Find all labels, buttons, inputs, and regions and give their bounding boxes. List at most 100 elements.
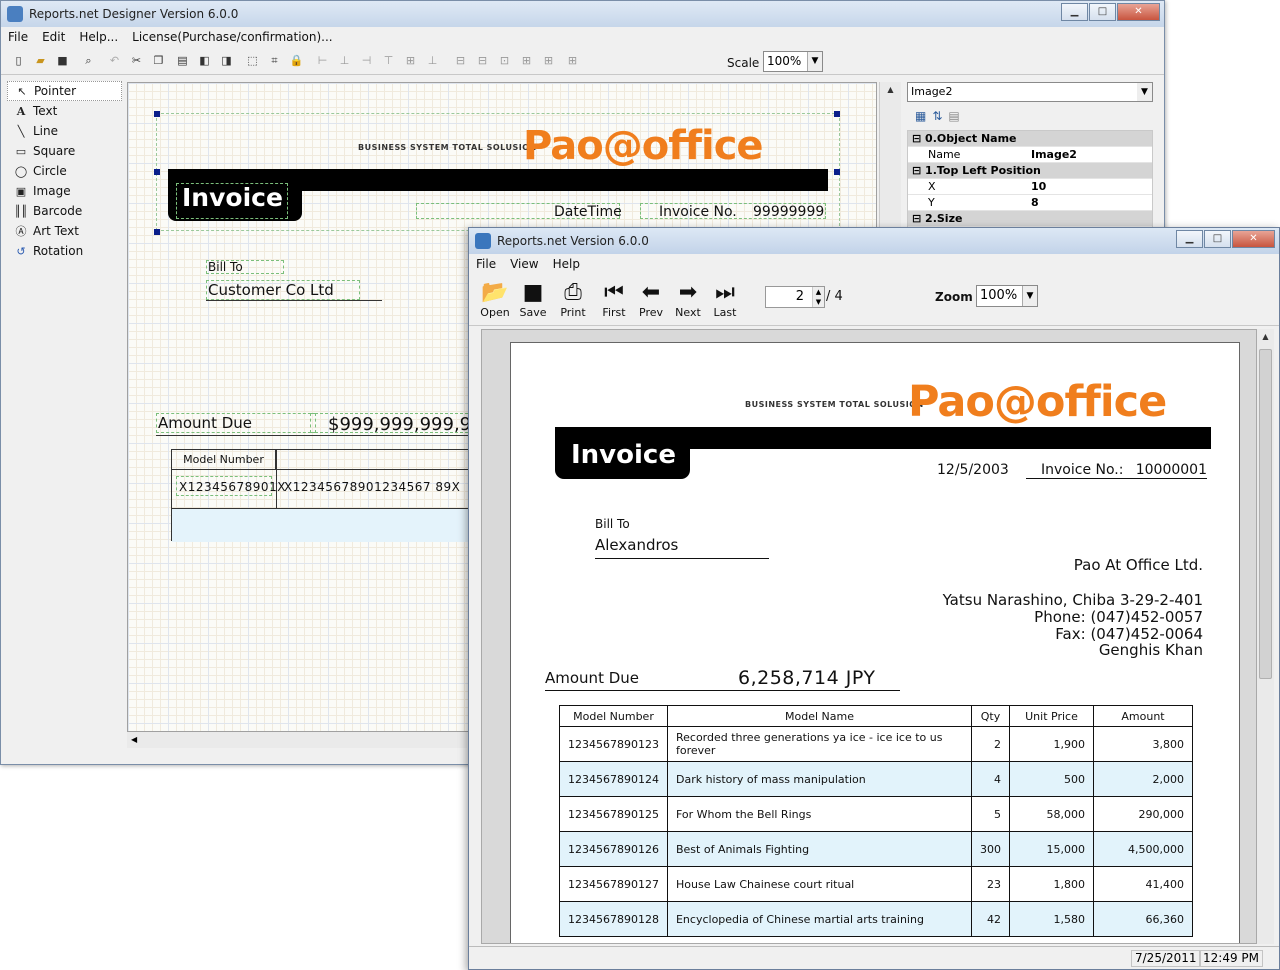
tool-art-text[interactable]: Ⓐ Art Text [7, 221, 122, 241]
menu-view[interactable]: View [503, 257, 545, 271]
amount-due-label[interactable]: Amount Due [158, 414, 252, 432]
minimize-button[interactable]: ▁ [1176, 230, 1203, 248]
v-spacing-icon[interactable]: ⊞ [541, 53, 556, 68]
tool-text[interactable]: A Text [7, 101, 122, 121]
page-number-input[interactable]: 2 ▲ ▼ [765, 286, 825, 308]
bring-front-icon[interactable]: ◧ [197, 53, 212, 68]
paste-icon[interactable]: ▤ [175, 53, 190, 68]
tool-pointer[interactable]: ↖ Pointer [7, 81, 122, 101]
same-width-icon[interactable]: ⊟ [453, 53, 468, 68]
designer-titlebar[interactable]: Reports.net Designer Version 6.0.0 ▁ □ ✕ [1, 1, 1164, 27]
tool-image[interactable]: ▣ Image [7, 181, 122, 201]
tool-barcode[interactable]: ║║ Barcode [7, 201, 122, 221]
chevron-down-icon[interactable]: ▼ [807, 52, 822, 71]
amount-due-value[interactable]: $999,999,999,99 [328, 414, 483, 435]
align-left-icon[interactable]: ⊢ [315, 53, 330, 68]
resize-handle[interactable] [834, 169, 840, 175]
scale-select[interactable]: 100% ▼ [763, 51, 823, 72]
open-button[interactable]: 📂 Open [477, 280, 513, 324]
property-value[interactable]: 8 [1028, 195, 1152, 210]
same-size-icon[interactable]: ⊡ [497, 53, 512, 68]
tool-circle[interactable]: ◯ Circle [7, 161, 122, 181]
fit-icon[interactable]: ⌗ [267, 53, 282, 68]
cut-icon[interactable]: ✂ [129, 53, 144, 68]
property-value[interactable]: Image2 [1028, 147, 1152, 162]
align-right-icon[interactable]: ⊣ [359, 53, 374, 68]
save-icon[interactable]: ■ [55, 53, 70, 68]
resize-handle[interactable] [834, 111, 840, 117]
table-cell[interactable]: X12345678901234567 89X [284, 480, 460, 494]
invoice-no-value[interactable]: 99999999 [753, 204, 824, 220]
close-button[interactable]: ✕ [1117, 3, 1160, 21]
invoice-title-frame[interactable] [176, 183, 288, 219]
align-top-icon[interactable]: ⊤ [381, 53, 396, 68]
property-row[interactable]: X 10 [908, 179, 1152, 195]
object-select[interactable]: Image2 ▼ [907, 82, 1153, 102]
tool-line[interactable]: ╲ Line [7, 121, 122, 141]
send-back-icon[interactable]: ◨ [219, 53, 234, 68]
printer-icon: ⎙ [564, 280, 582, 305]
maximize-button[interactable]: □ [1204, 230, 1231, 248]
viewer-titlebar[interactable]: Reports.net Version 6.0.0 ▁ □ ✕ [469, 228, 1279, 254]
resize-handle[interactable] [154, 229, 160, 235]
h-spacing-icon[interactable]: ⊞ [519, 53, 534, 68]
prev-page-button[interactable]: ⬅ Prev [633, 280, 669, 324]
first-page-button[interactable]: ⏮ First [596, 280, 632, 324]
menu-file[interactable]: File [469, 257, 503, 271]
last-page-button[interactable]: ⏭ Last [707, 280, 743, 324]
select-all-icon[interactable]: ⬚ [245, 53, 260, 68]
canvas-horizontal-scrollbar[interactable]: ◀ [127, 732, 467, 748]
undo-icon[interactable]: ↶ [107, 53, 122, 68]
chevron-down-icon[interactable]: ▼ [1137, 83, 1152, 101]
align-middle-icon[interactable]: ⊞ [403, 53, 418, 68]
property-category[interactable]: ⊟ 2.Size [908, 211, 1152, 227]
menu-license[interactable]: License(Purchase/confirmation)... [125, 30, 339, 44]
property-row[interactable]: Y8 [908, 195, 1152, 211]
property-category[interactable]: ⊟ 0.Object Name [908, 131, 1152, 147]
property-row[interactable]: Name Image2 [908, 147, 1152, 163]
property-pages-icon[interactable]: ▤ [948, 109, 959, 123]
tool-square[interactable]: ▭ Square [7, 141, 122, 161]
save-button[interactable]: ■ Save [515, 280, 551, 324]
invoice-no-label[interactable]: Invoice No. [659, 204, 737, 220]
minimize-button[interactable]: ▁ [1061, 3, 1088, 21]
menu-help[interactable]: Help... [72, 30, 125, 44]
scroll-up-icon[interactable]: ▲ [1257, 329, 1274, 345]
page-spinner-icon[interactable]: ▲ ▼ [812, 287, 824, 307]
categorized-icon[interactable]: ▦ [915, 109, 926, 123]
align-center-icon[interactable]: ⊥ [337, 53, 352, 68]
viewer-vertical-scrollbar[interactable]: ▲ [1257, 329, 1274, 944]
close-button[interactable]: ✕ [1232, 230, 1275, 248]
resize-handle[interactable] [154, 111, 160, 117]
sort-az-icon[interactable]: ⇅ [932, 109, 942, 123]
next-page-button[interactable]: ➡ Next [670, 280, 706, 324]
preview-icon[interactable]: ⌕ [81, 53, 96, 68]
grid-icon[interactable]: ⊞ [565, 53, 580, 68]
maximize-button[interactable]: □ [1089, 3, 1116, 21]
customer-field[interactable]: Customer Co Ltd [208, 281, 334, 299]
property-grid[interactable]: ⊟ 0.Object Name Name Image2 ⊟ 1.Top Left Po… [907, 130, 1153, 228]
scrollbar-thumb[interactable] [1259, 349, 1272, 679]
report-view-area[interactable]: BUSINESS SYSTEM TOTAL SOLUSION Pao@offic… [481, 329, 1257, 944]
table-header: Amount [1092, 705, 1194, 727]
menu-help[interactable]: Help [546, 257, 587, 271]
property-category[interactable]: ⊟ 1.Top Left Position [908, 163, 1152, 179]
print-button[interactable]: ⎙ Print [555, 280, 591, 324]
scroll-up-icon[interactable]: ▲ [880, 82, 901, 98]
menu-edit[interactable]: Edit [35, 30, 72, 44]
chevron-down-icon[interactable]: ▼ [1022, 286, 1037, 306]
property-value[interactable]: 10 [1028, 179, 1152, 194]
align-bottom-icon[interactable]: ⊥ [425, 53, 440, 68]
tool-rotation[interactable]: ↺ Rotation [7, 241, 122, 261]
bill-to-label[interactable]: Bill To [208, 260, 243, 274]
table-cell[interactable]: X12345678901X [179, 480, 286, 494]
datetime-field[interactable]: DateTime [554, 204, 622, 220]
lock-icon[interactable]: 🔒 [289, 53, 304, 68]
zoom-select[interactable]: 100% ▼ [976, 285, 1038, 307]
menu-file[interactable]: File [1, 30, 35, 44]
copy-icon[interactable]: ❐ [151, 53, 166, 68]
same-height-icon[interactable]: ⊟ [475, 53, 490, 68]
new-icon[interactable]: ▯ [11, 53, 26, 68]
open-icon[interactable]: ▰ [33, 53, 48, 68]
resize-handle[interactable] [154, 169, 160, 175]
